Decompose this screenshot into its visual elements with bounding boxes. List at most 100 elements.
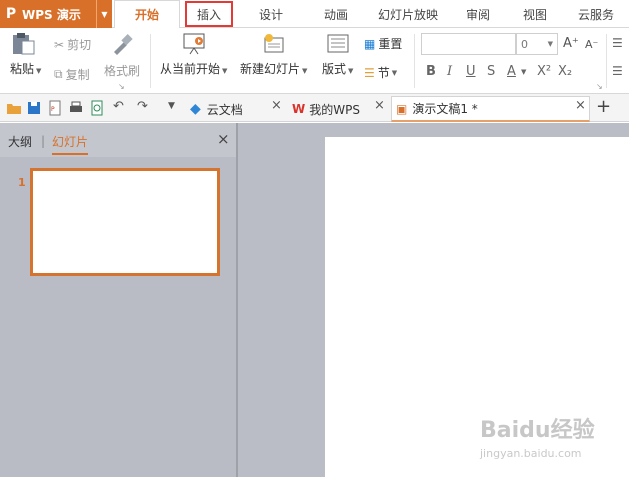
brush-icon: [114, 34, 133, 55]
tab-animation[interactable]: 动画: [308, 0, 364, 28]
clipboard-icon: [13, 33, 35, 55]
doc-tab-presentation1[interactable]: ▣ 演示文稿1 *: [391, 96, 590, 122]
format-painter-button[interactable]: 格式刷: [104, 32, 140, 79]
doc-tab-label: 我的WPS: [309, 102, 360, 117]
save-icon[interactable]: [26, 100, 42, 116]
pane-tab-divider: |: [41, 134, 46, 148]
projector-icon: [183, 33, 205, 55]
section-label: 节: [377, 66, 390, 80]
svg-text:P: P: [51, 106, 55, 113]
grow-font-button[interactable]: A⁺: [563, 36, 579, 51]
caret-down-icon: ▼: [348, 67, 354, 75]
reset-icon: ▦: [364, 36, 376, 51]
undo-icon[interactable]: ↶: [113, 99, 124, 114]
font-grow-icon: A⁺: [563, 36, 579, 51]
chevron-down-icon[interactable]: ▼: [96, 0, 112, 28]
tab-slideshow[interactable]: 幻灯片放映: [364, 0, 452, 28]
caret-down-icon: ▼: [36, 67, 42, 75]
pdf-export-icon[interactable]: P: [47, 100, 63, 116]
app-name: WPS 演示: [22, 7, 81, 22]
font-name-select[interactable]: [421, 33, 516, 55]
wps-w-icon: W: [292, 102, 306, 116]
menu-bar: P WPS 演示 ▼ 开始 插入 设计 动画 幻灯片放映 审阅 视图 云服务: [0, 0, 629, 29]
format-painter-label: 格式刷: [104, 64, 141, 78]
subscript-icon[interactable]: X₂: [558, 64, 572, 79]
reset-button[interactable]: ▦ 重置: [364, 35, 402, 52]
font-size-value: 0: [521, 37, 528, 51]
caret-down-icon: ▼: [302, 67, 308, 75]
font-shrink-icon: A⁻: [585, 38, 599, 51]
caret-down-icon: ▼: [521, 68, 527, 76]
strikethrough-icon[interactable]: S: [487, 64, 495, 79]
watermark: Baidu经验: [480, 418, 595, 443]
cut-button[interactable]: ✂ 剪切: [54, 36, 91, 53]
new-tab-plus-icon[interactable]: +: [596, 96, 611, 117]
doc-tab-cloud[interactable]: ◆ 云文档: [190, 96, 284, 122]
chevron-down-icon: ▼: [547, 40, 553, 48]
divider: [606, 34, 607, 88]
pane-header: 大纲 | 幻灯片 ×: [0, 123, 236, 157]
new-slide-icon: [264, 34, 284, 53]
dialog-launcher-icon[interactable]: ↘: [596, 82, 603, 91]
quick-access-bar: P ↶ ↷ ▼ ◆ 云文档 × W 我的WPS × ▣ 演示文稿1 * × +: [0, 94, 629, 122]
section-icon: ☰: [364, 65, 375, 80]
close-icon[interactable]: ×: [271, 98, 282, 113]
copy-button[interactable]: ⧉ 复制: [54, 66, 90, 83]
tab-outline[interactable]: 大纲: [8, 133, 32, 150]
tab-review[interactable]: 审阅: [452, 0, 504, 28]
bold-icon[interactable]: B: [426, 64, 436, 79]
caret-down-icon: ▼: [391, 68, 398, 77]
paste-button[interactable]: 粘贴 ▼: [10, 32, 41, 77]
cloud-icon: ◆: [190, 101, 201, 117]
cut-label: 剪切: [67, 38, 92, 52]
shrink-font-button[interactable]: A⁻: [585, 38, 598, 51]
copy-icon: ⧉: [54, 67, 63, 81]
print-icon[interactable]: [68, 100, 84, 116]
quick-access-dropdown-icon[interactable]: ▼: [168, 101, 175, 111]
print-preview-icon[interactable]: [89, 100, 105, 116]
ribbon-toolbar: 粘贴 ▼ ✂ 剪切 ⧉ 复制 格式刷 从当前开始 ▼ 新建幻灯片 ▼ 版式 ▼ …: [0, 28, 629, 94]
caret-down-icon: ▼: [222, 67, 228, 75]
close-pane-icon[interactable]: ×: [217, 130, 230, 148]
open-folder-icon[interactable]: [6, 100, 22, 116]
doc-tab-label: 云文档: [206, 102, 243, 117]
align-icon[interactable]: ☰: [612, 64, 623, 78]
tab-home[interactable]: 开始: [114, 0, 180, 29]
from-current-button[interactable]: 从当前开始 ▼: [160, 32, 227, 77]
superscript-icon[interactable]: X²: [537, 64, 551, 79]
font-color-icon[interactable]: A: [507, 64, 516, 79]
section-button[interactable]: ☰ 节 ▼: [364, 64, 397, 81]
layout-label: 版式: [322, 62, 347, 76]
doc-tab-mywps[interactable]: W 我的WPS: [292, 96, 387, 122]
scissors-icon: ✂: [54, 37, 65, 52]
slides-pane: 大纲 | 幻灯片 × 1: [0, 123, 236, 477]
copy-label: 复制: [65, 68, 90, 82]
slide-thumbnail[interactable]: [30, 168, 220, 276]
layout-button[interactable]: 版式 ▼: [322, 32, 353, 77]
dialog-launcher-icon[interactable]: ↘: [118, 82, 125, 91]
new-slide-label: 新建幻灯片: [240, 62, 301, 76]
app-menu-button[interactable]: P WPS 演示 ▼: [0, 0, 112, 28]
tab-view[interactable]: 视图: [504, 0, 566, 28]
redo-icon[interactable]: ↷: [137, 99, 148, 114]
bullets-icon[interactable]: ☰: [612, 36, 623, 50]
tab-insert[interactable]: 插入: [184, 0, 234, 28]
divider: [414, 34, 415, 88]
font-size-select[interactable]: 0 ▼: [516, 33, 558, 55]
close-icon[interactable]: ×: [374, 98, 385, 113]
paste-label: 粘贴: [10, 62, 35, 76]
wps-logo-icon: P: [5, 6, 17, 22]
reset-label: 重置: [378, 37, 403, 51]
underline-icon[interactable]: U: [466, 64, 476, 79]
slide-number: 1: [18, 176, 26, 189]
tab-slides[interactable]: 幻灯片: [52, 133, 89, 155]
divider: [150, 34, 151, 88]
tab-design[interactable]: 设计: [234, 0, 308, 28]
new-slide-button[interactable]: 新建幻灯片 ▼: [240, 32, 307, 77]
close-icon[interactable]: ×: [575, 98, 586, 113]
ribbon-tabs: 开始 插入 设计 动画 幻灯片放映 审阅 视图 云服务: [114, 0, 626, 29]
presentation-file-icon: ▣: [396, 101, 408, 116]
layout-icon: [327, 34, 349, 53]
italic-icon[interactable]: I: [447, 64, 452, 79]
tab-cloud[interactable]: 云服务: [566, 0, 626, 28]
